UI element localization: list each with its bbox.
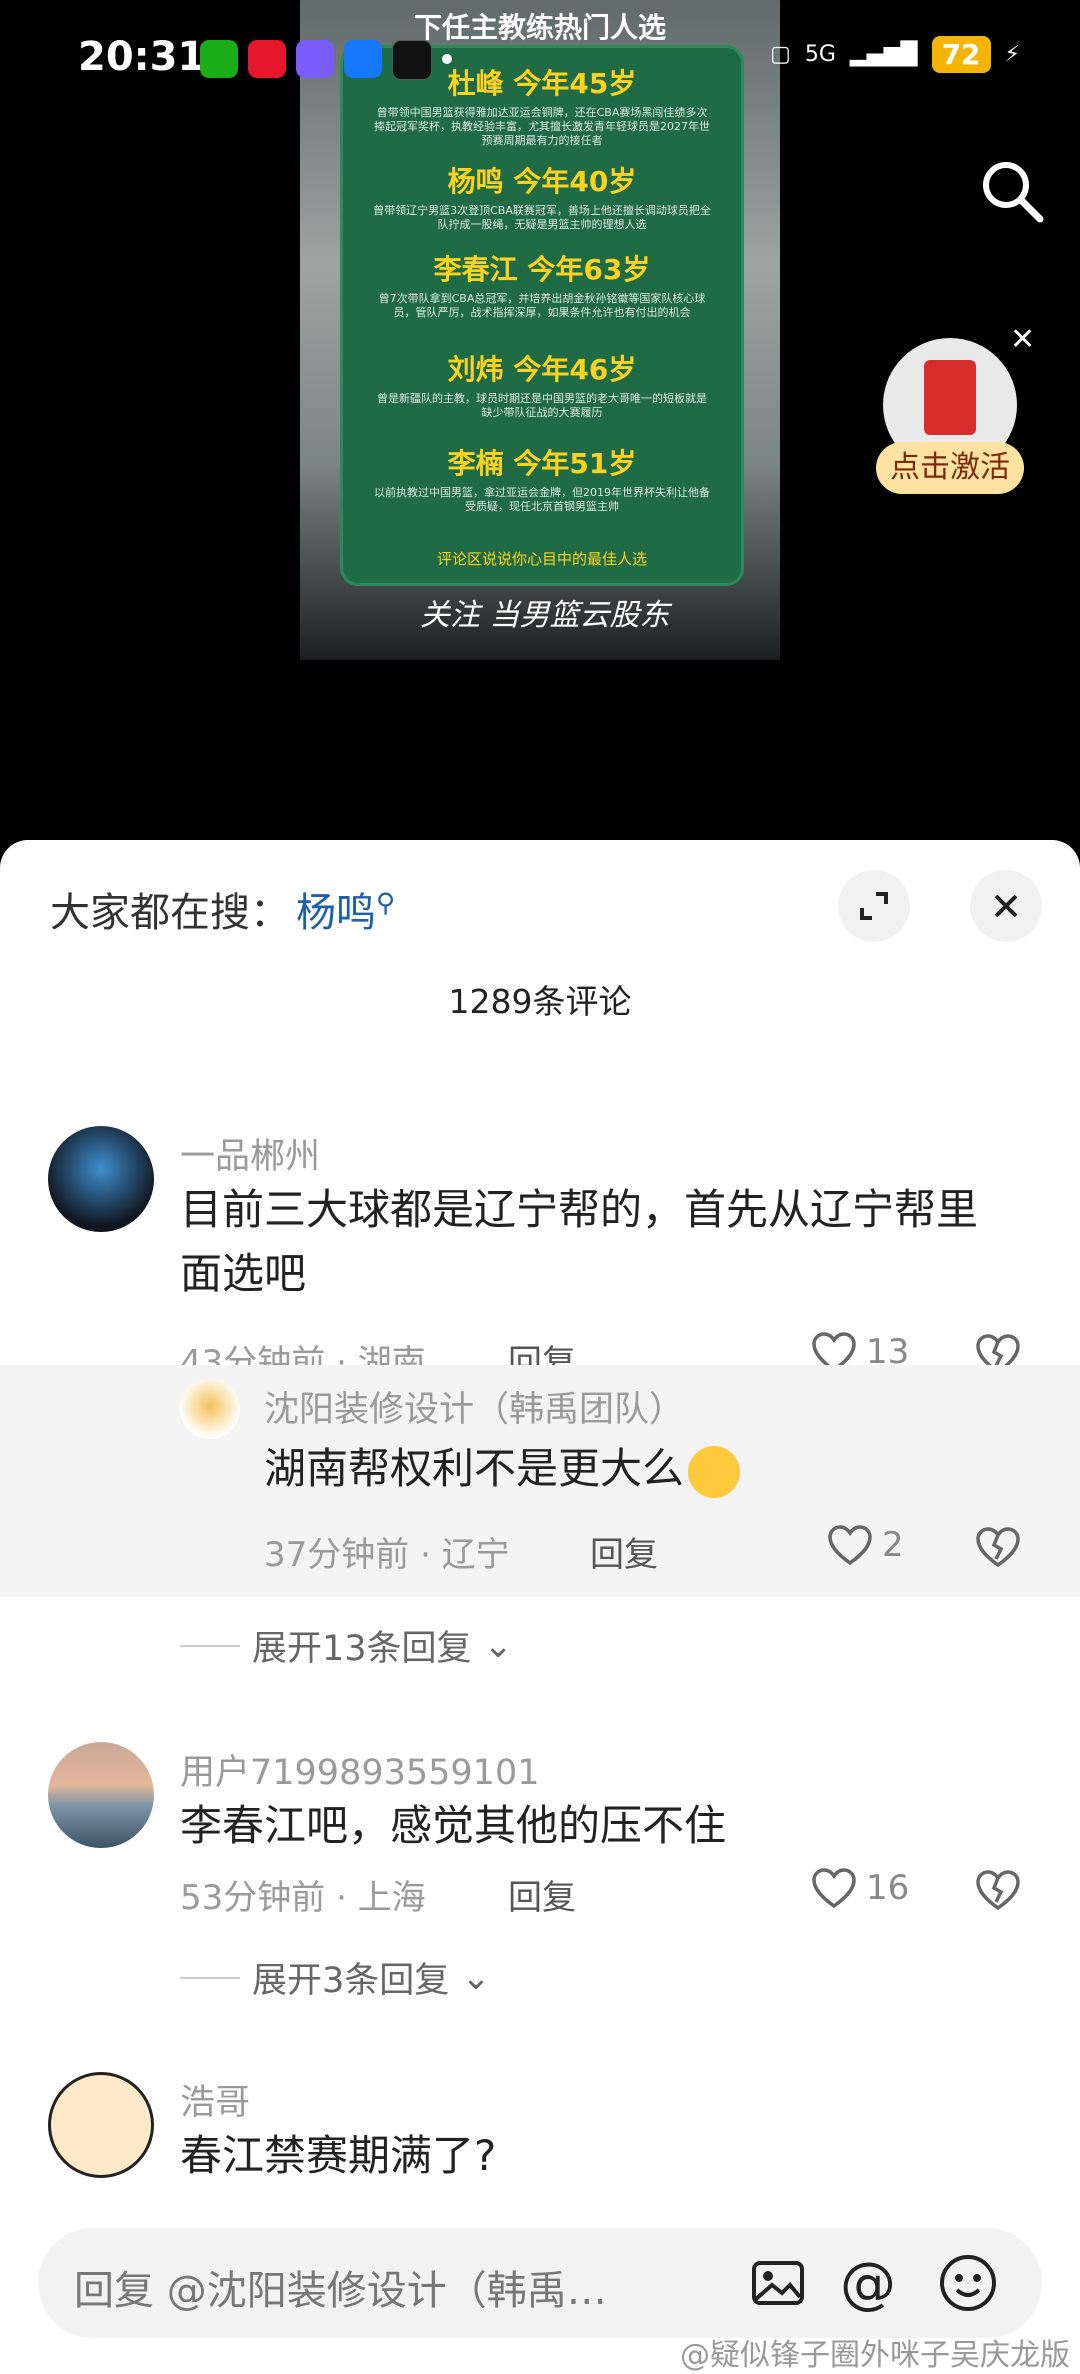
comment-count: 1289条评论 xyxy=(448,982,632,1021)
dislike-button[interactable] xyxy=(974,1868,1022,1916)
chevron-down-icon: ⌄ xyxy=(483,1625,513,1666)
signature: 关注 当男篮云股东 xyxy=(420,598,670,633)
avatar[interactable] xyxy=(48,1742,154,1848)
emoji-icon xyxy=(940,2255,996,2311)
mention-button[interactable]: @ xyxy=(838,2250,898,2316)
like-count: 16 xyxy=(866,1868,910,1908)
coach-name: 杨鸣 今年40岁 xyxy=(447,165,637,198)
app-icon xyxy=(296,40,334,78)
reply-text: 湖南帮权利不是更大么 xyxy=(264,1437,984,1501)
search-icon xyxy=(983,162,1044,223)
search-button[interactable] xyxy=(976,155,1046,225)
thinking-emoji-icon xyxy=(688,1445,741,1498)
coach-entry: 刘炜 今年46岁 曾是新疆队的主教，球员时期还是中国男篮的老大哥唯一的短板就是缺… xyxy=(343,348,741,420)
status-bar: 20:31 ▢ 5G ▂▄▆█ 72 ⚡ xyxy=(0,0,1080,120)
coach-poster: 杜峰 今年45岁 曾带领中国男篮获得雅加达亚运会铜牌，还在CBA赛场黑闯佳绩多次… xyxy=(340,45,744,586)
comment-username[interactable]: 用户7199893559101 xyxy=(180,1744,540,1795)
image-icon xyxy=(752,2261,804,2305)
broken-heart-icon xyxy=(976,1527,1020,1568)
reply-button[interactable]: 回复 xyxy=(508,1870,576,1919)
close-button[interactable] xyxy=(970,870,1042,942)
weibo-icon xyxy=(248,40,286,78)
redpacket-label: 点击激活 xyxy=(876,442,1024,494)
network-label: 5G xyxy=(804,42,836,67)
heart-icon xyxy=(812,1868,856,1909)
reply-button[interactable]: 回复 xyxy=(590,1527,658,1576)
expand-replies[interactable]: 展开3条回复 ⌄ xyxy=(180,1952,491,2003)
expand-label: 展开3条回复 xyxy=(252,1961,450,2001)
close-icon xyxy=(994,894,1018,918)
emoji-button[interactable] xyxy=(938,2253,998,2313)
chevron-down-icon: ⌄ xyxy=(461,1957,491,1998)
coach-desc: 曾7次带队拿到CBA总冠军，并培养出胡金秋孙铭徽等国家队核心球员，管队严厉，战术… xyxy=(378,292,706,319)
dislike-button[interactable] xyxy=(974,1525,1022,1573)
reply-input[interactable]: 回复 @沈阳装修设计（韩禹… @ xyxy=(38,2228,1042,2338)
like-button[interactable]: 2 xyxy=(826,1523,904,1567)
reply-placeholder: 回复 @沈阳装修设计（韩禹… xyxy=(74,2268,607,2314)
comment-text: 目前三大球都是辽宁帮的，首先从辽宁帮里面选吧 xyxy=(180,1185,979,1298)
like-count: 2 xyxy=(882,1525,904,1565)
comment-meta: 53分钟前 · 上海 xyxy=(180,1878,426,1918)
red-envelope-icon xyxy=(924,360,976,435)
comment-username[interactable]: 浩哥 xyxy=(180,2074,250,2125)
broken-heart-icon xyxy=(976,1870,1020,1911)
coach-entry: 李楠 今年51岁 以前执教过中国男篮，拿过亚运会金牌，但2019年世界杯失利让他… xyxy=(343,442,741,514)
expand-replies[interactable]: 展开13条回复 ⌄ xyxy=(180,1620,513,1671)
clock: 20:31 xyxy=(78,34,206,80)
trending-search[interactable]: 大家都在搜： 杨鸣⚲ xyxy=(50,880,395,938)
avatar[interactable] xyxy=(48,1126,154,1232)
coach-entry: 杨鸣 今年40岁 曾带领辽宁男篮3次登顶CBA联赛冠军，善场上他还擅长调动球员把… xyxy=(343,160,741,232)
avatar[interactable] xyxy=(48,2072,154,2178)
expand-label: 展开13条回复 xyxy=(252,1629,472,1669)
coach-desc: 曾带领辽宁男篮3次登顶CBA联赛冠军，善场上他还擅长调动球员把全队拧成一股绳，无… xyxy=(373,204,711,231)
coach-entry: 李春江 今年63岁 曾7次带队拿到CBA总冠军，并培养出胡金秋孙铭徽等国家队核心… xyxy=(343,248,741,320)
like-button[interactable]: 16 xyxy=(810,1866,909,1910)
nfc-icon: ▢ xyxy=(770,42,791,67)
magnifier-icon: ⚲ xyxy=(376,888,396,919)
coach-desc: 以前执教过中国男篮，拿过亚运会金牌，但2019年世界杯失利让他备受质疑，现任北京… xyxy=(374,486,710,513)
alipay-icon xyxy=(344,40,382,78)
coach-desc: 曾是新疆队的主教，球员时期还是中国男篮的老大哥唯一的短板就是缺少带队征战的大赛履… xyxy=(377,392,707,419)
comment-text: 春江禁赛期满了? xyxy=(180,2131,497,2180)
comment-text: 李春江吧，感觉其他的压不住 xyxy=(180,1801,727,1850)
expand-button[interactable] xyxy=(838,870,910,942)
redpacket-widget[interactable]: 点击激活 xyxy=(876,338,1024,498)
at-icon: @ xyxy=(840,2250,896,2316)
comment-item: 用户7199893559101 李春江吧，感觉其他的压不住 53分钟前 · 上海… xyxy=(0,1710,1080,1918)
watermark: @疑似锋子圈外咪子吴庆龙版 xyxy=(680,2338,1070,2373)
comments-sheet: 大家都在搜： 杨鸣⚲ 1289条评论 一品郴州 目前三大球都是辽宁帮的，首先从辽宁… xyxy=(0,840,1080,2374)
wechat-icon xyxy=(200,40,238,78)
coach-name: 刘炜 今年46岁 xyxy=(447,353,637,386)
comment-item: 一品郴州 目前三大球都是辽宁帮的，首先从辽宁帮里面选吧 43分钟前 · 湖南 回… xyxy=(0,1080,1080,1383)
poster-footer: 评论区说说你心目中的最佳人选 xyxy=(436,550,647,568)
battery-level: 72 xyxy=(931,36,991,73)
signal-icon: ▂▄▆█ xyxy=(849,42,918,67)
coach-name: 李春江 今年63岁 xyxy=(433,253,651,286)
image-button[interactable] xyxy=(748,2253,808,2313)
dot-icon xyxy=(442,54,452,64)
trending-keyword[interactable]: 杨鸣 xyxy=(296,890,376,936)
status-right: ▢ 5G ▂▄▆█ 72 ⚡ xyxy=(770,36,1020,73)
reply-username[interactable]: 沈阳装修设计（韩禹团队） xyxy=(264,1381,684,1432)
charging-icon: ⚡ xyxy=(1004,42,1020,67)
expand-icon xyxy=(860,892,888,920)
comment-username[interactable]: 一品郴州 xyxy=(180,1128,320,1179)
comment-item: 浩哥 春江禁赛期满了? xyxy=(0,2040,1080,2240)
coach-name: 李楠 今年51岁 xyxy=(447,447,637,480)
trending-prefix: 大家都在搜： xyxy=(50,890,290,936)
tiktok-icon xyxy=(392,40,432,80)
notification-icons xyxy=(200,40,452,80)
reply-item: 沈阳装修设计（韩禹团队） 湖南帮权利不是更大么 37分钟前 · 辽宁 回复 2 xyxy=(0,1365,1080,1597)
heart-icon xyxy=(828,1525,872,1566)
avatar[interactable] xyxy=(180,1379,240,1439)
reply-meta: 37分钟前 · 辽宁 xyxy=(264,1535,510,1575)
